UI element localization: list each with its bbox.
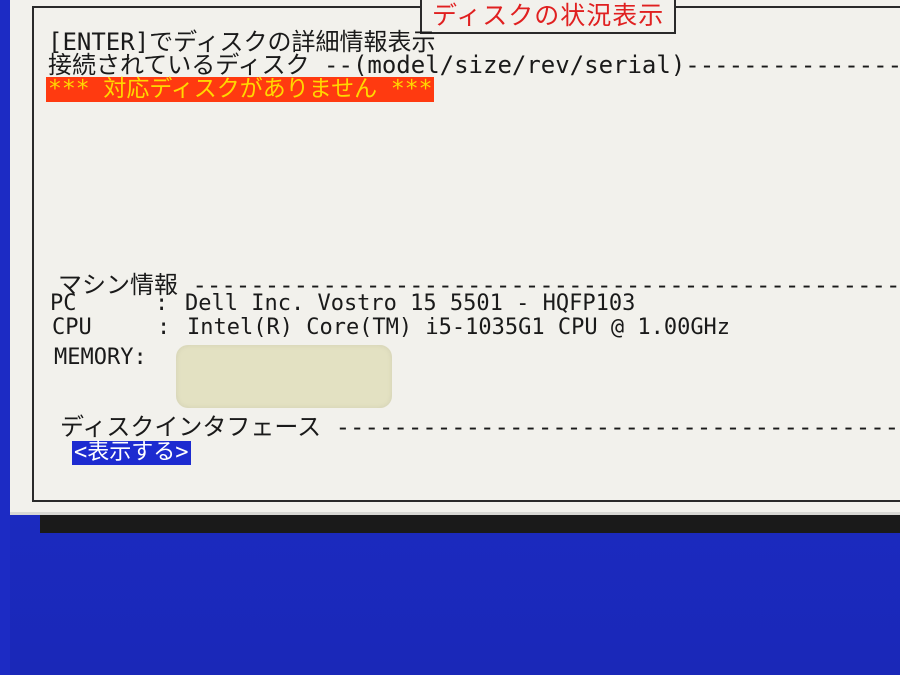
show-interface-button[interactable]: <表示する> xyxy=(72,441,191,465)
memory-label: MEMORY: xyxy=(54,345,147,370)
cpu-colon: : xyxy=(157,315,171,340)
disk-interface-header: ディスクインタフェース ----------------------------… xyxy=(60,414,900,440)
cpu-value: Intel(R) Core(TM) i5-1035G1 CPU @ 1.00GH… xyxy=(187,315,731,340)
console-screen: ディスクの状況表示 [ENTER]でディスクの詳細情報表示 接続されているディス… xyxy=(0,0,900,675)
cpu-label: CPU xyxy=(52,315,92,340)
screen-edge xyxy=(0,0,10,675)
pc-label: PC xyxy=(50,291,77,316)
no-disk-alert: *** 対応ディスクがありません *** xyxy=(46,76,435,102)
pc-value: Dell Inc. Vostro 15 5501 - HQFP103 xyxy=(185,291,636,316)
memory-row: MEMORY: xyxy=(54,346,147,370)
pc-colon: : xyxy=(155,291,169,316)
cpu-row: CPU: Intel(R) Core(TM) i5-1035G1 CPU @ 1.… xyxy=(52,316,730,340)
memory-value-redaction xyxy=(176,345,392,408)
pc-row: PC: Dell Inc. Vostro 15 5501 - HQFP103 xyxy=(50,292,635,316)
dialog-title: ディスクの状況表示 xyxy=(432,1,665,30)
dialog-title-box: ディスクの状況表示 xyxy=(420,0,677,34)
connected-disks-header: 接続されているディスク --(model/size/rev/serial)---… xyxy=(48,52,900,78)
